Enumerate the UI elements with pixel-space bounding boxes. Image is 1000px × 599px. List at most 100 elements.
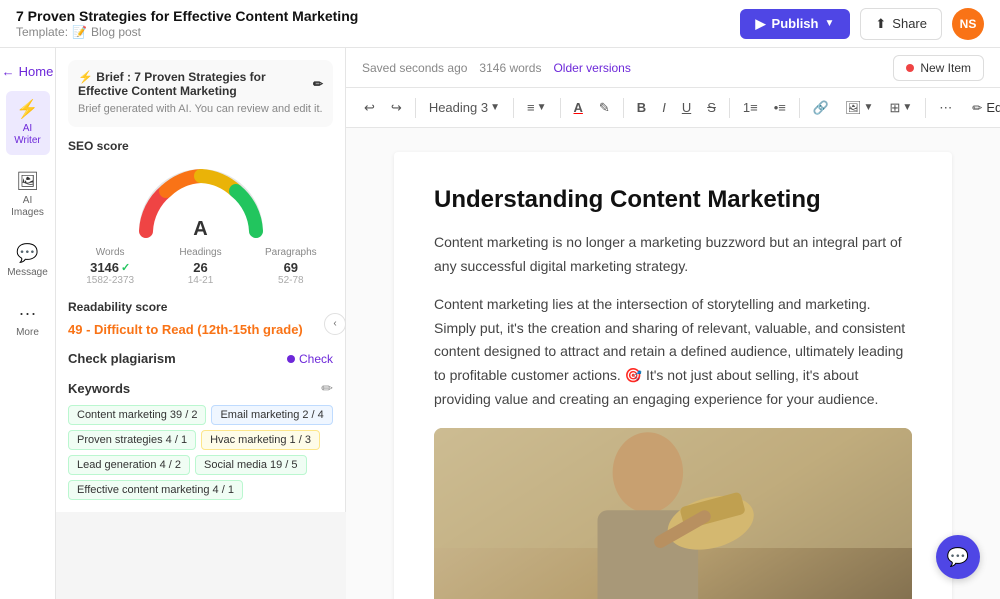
back-home-button[interactable]: ← Home (0, 60, 61, 83)
plagiarism-check-button[interactable]: Check (287, 352, 333, 366)
editing-label: Editing (986, 100, 1000, 115)
main-layout: ← Home ⚡ AI Writer 🖼 AI Images 💬 Message… (0, 48, 1000, 599)
table-chevron-icon: ▼ (902, 102, 912, 113)
topbar-right: ▶ Publish ▼ ⬆ Share NS (740, 8, 984, 40)
publish-button[interactable]: ▶ Publish ▼ (740, 9, 851, 39)
text-color-icon: A (574, 100, 583, 115)
new-item-button[interactable]: New Item (893, 55, 984, 81)
avatar[interactable]: NS (952, 8, 984, 40)
keyword-tag[interactable]: Email marketing 2 / 4 (211, 405, 332, 425)
stat-paragraphs-value: 69 (249, 260, 333, 275)
sidebar-item-more[interactable]: ··· More (6, 295, 50, 347)
left-sidebar: ← Home ⚡ AI Writer 🖼 AI Images 💬 Message… (0, 48, 56, 599)
heading-selector-button[interactable]: Heading 3 ▼ (423, 96, 506, 119)
image-chevron-icon: ▼ (864, 102, 874, 113)
share-button[interactable]: ⬆ Share (860, 8, 942, 40)
keyword-tag[interactable]: Lead generation 4 / 2 (68, 455, 190, 475)
brief-title: ⚡ Brief : 7 Proven Strategies for Effect… (78, 70, 323, 98)
check-label: Check (299, 352, 333, 366)
seo-gauge: A (68, 161, 333, 241)
template-prefix: Template: (16, 25, 68, 39)
sidebar-item-ai-images[interactable]: 🖼 AI Images (6, 163, 50, 227)
sidebar-item-message[interactable]: 💬 Message (6, 235, 50, 287)
stat-paragraphs-range: 52-78 (249, 275, 333, 286)
plagiarism-section: Check plagiarism Check (68, 351, 333, 366)
topbar: 7 Proven Strategies for Effective Conten… (0, 0, 1000, 48)
content-image (434, 428, 912, 599)
align-chevron-icon: ▼ (537, 102, 547, 113)
redo-button[interactable]: ↪ (385, 96, 408, 120)
older-versions-link[interactable]: Older versions (553, 61, 630, 75)
plagiarism-label: Check plagiarism (68, 351, 176, 366)
keyword-tag[interactable]: Social media 19 / 5 (195, 455, 307, 475)
new-item-label: New Item (920, 61, 971, 75)
editing-mode-button[interactable]: ✏ Editing ▼ (966, 96, 1000, 119)
content-heading-1: Understanding Content Marketing (434, 184, 912, 215)
editor-inner: Understanding Content Marketing Content … (394, 152, 952, 599)
keywords-edit-icon[interactable]: ✏ (321, 380, 333, 397)
strikethrough-button[interactable]: S (701, 96, 722, 119)
editor-meta: Saved seconds ago 3146 words Older versi… (362, 61, 631, 75)
seo-panel: ⚡ Brief : 7 Proven Strategies for Effect… (56, 48, 346, 512)
sidebar-label-ai-images: AI Images (11, 195, 44, 219)
sidebar-label-more: More (16, 327, 39, 339)
image-insert-icon: 🖼 (845, 100, 862, 116)
brief-desc: Brief generated with AI. You can review … (78, 102, 323, 117)
ordered-list-button[interactable]: 1≡ (737, 96, 764, 119)
toolbar-separator-4 (623, 98, 624, 118)
toolbar-separator-2 (513, 98, 514, 118)
word-count: 3146 words (479, 61, 541, 75)
brief-text: ⚡ Brief : 7 Proven Strategies for Effect… (78, 70, 309, 98)
undo-button[interactable]: ↩ (358, 96, 381, 120)
template-icon: 📝 (72, 25, 87, 39)
editor-content[interactable]: Understanding Content Marketing Content … (346, 128, 1000, 599)
stat-words: Words 3146 ✓ 1582-2373 (68, 247, 152, 286)
image-insert-button[interactable]: 🖼 ▼ (839, 96, 879, 120)
keyword-tag[interactable]: Hvac marketing 1 / 3 (201, 430, 320, 450)
more-formats-icon: ⋯ (939, 100, 952, 116)
stat-headings-range: 14-21 (158, 275, 242, 286)
toolbar-separator-1 (415, 98, 416, 118)
toolbar-separator-3 (560, 98, 561, 118)
table-button[interactable]: ⊞ ▼ (883, 96, 918, 120)
gauge-grade: A (193, 218, 207, 241)
seo-panel-wrapper: ⚡ Brief : 7 Proven Strategies for Effect… (56, 48, 346, 599)
collapse-panel-button[interactable]: ‹ (324, 313, 346, 335)
sidebar-item-ai-writer[interactable]: ⚡ AI Writer (6, 91, 50, 155)
readability-title: Readability score (68, 300, 333, 314)
unordered-list-button[interactable]: •≡ (768, 96, 792, 119)
lightning-icon: ⚡ (16, 99, 38, 120)
check-dot-icon (287, 355, 295, 363)
back-arrow-icon: ← (2, 64, 15, 79)
keywords-header: Keywords ✏ (68, 380, 333, 397)
stat-headings-label: Headings (158, 247, 242, 258)
bold-icon: B (637, 100, 646, 115)
stat-headings: Headings 26 14-21 (158, 247, 242, 286)
toolbar-separator-5 (729, 98, 730, 118)
template-name: Blog post (91, 25, 141, 39)
keyword-tag[interactable]: Content marketing 39 / 2 (68, 405, 206, 425)
keyword-tag[interactable]: Effective content marketing 4 / 1 (68, 480, 243, 500)
more-formats-button[interactable]: ⋯ (933, 96, 958, 120)
editor-toolbar: ↩ ↪ Heading 3 ▼ ≡ ▼ A ✎ B (346, 88, 1000, 128)
editor-area: Saved seconds ago 3146 words Older versi… (346, 48, 1000, 599)
bold-button[interactable]: B (631, 96, 652, 119)
red-dot-icon (906, 64, 914, 72)
text-color-button[interactable]: A (568, 96, 589, 119)
publish-icon: ▶ (756, 16, 766, 32)
highlight-button[interactable]: ✎ (593, 96, 616, 120)
italic-button[interactable]: I (656, 96, 672, 119)
keyword-tag[interactable]: Proven strategies 4 / 1 (68, 430, 196, 450)
stat-headings-value: 26 (158, 260, 242, 275)
chat-icon: 💬 (947, 547, 969, 568)
pencil-icon: ✏ (972, 101, 982, 115)
chat-button[interactable]: 💬 (936, 535, 980, 579)
brief-section: ⚡ Brief : 7 Proven Strategies for Effect… (68, 60, 333, 127)
link-button[interactable]: 🔗 (807, 96, 835, 120)
underline-button[interactable]: U (676, 96, 697, 119)
align-icon: ≡ (527, 100, 535, 115)
back-label: Home (19, 64, 54, 79)
edit-brief-icon[interactable]: ✏ (313, 77, 323, 91)
align-button[interactable]: ≡ ▼ (521, 96, 553, 119)
editor-actions: New Item (893, 55, 984, 81)
